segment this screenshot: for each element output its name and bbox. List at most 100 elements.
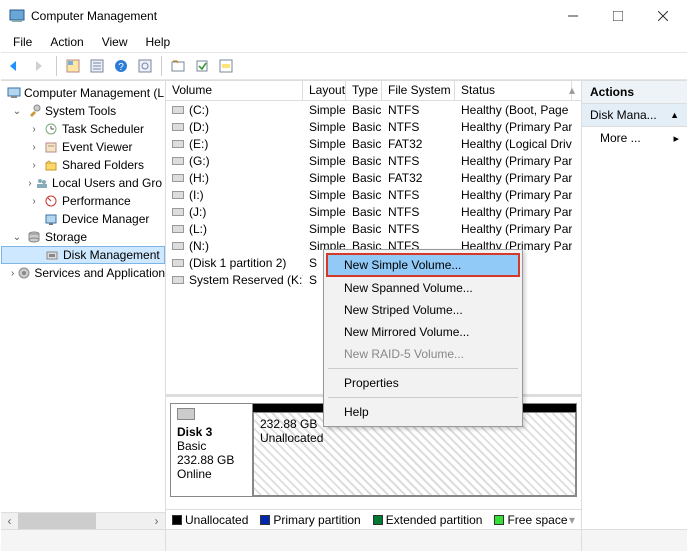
tree-root[interactable]: Computer Management (L	[1, 84, 165, 102]
center-pane: VolumeLayoutTypeFile SystemStatus ▴ ▾ (C…	[166, 81, 582, 529]
disk-size: 232.88 GB	[177, 453, 234, 467]
menu-help[interactable]: Help	[138, 33, 179, 51]
disk-info-box[interactable]: Disk 3 Basic 232.88 GB Online	[171, 404, 253, 496]
chevron-down-icon[interactable]: ⌄	[11, 232, 23, 243]
volume-row[interactable]: (C:)SimpleBasicNTFSHealthy (Boot, Page F	[166, 101, 581, 118]
chevron-right-icon[interactable]: ›	[28, 178, 32, 189]
performance-icon	[43, 193, 59, 209]
tree-device-manager[interactable]: Device Manager	[1, 210, 165, 228]
tree-local-users[interactable]: ›Local Users and Gro	[1, 174, 165, 192]
context-menu-item[interactable]: New Spanned Volume...	[326, 277, 520, 299]
tree-system-tools[interactable]: ⌄ System Tools	[1, 102, 165, 120]
volume-row[interactable]: (H:)SimpleBasicFAT32Healthy (Primary Par…	[166, 169, 581, 186]
cell: Basic	[346, 103, 382, 117]
back-button[interactable]	[5, 55, 27, 77]
legend-item: Unallocated	[172, 513, 248, 527]
volume-row[interactable]: (D:)SimpleBasicNTFSHealthy (Primary Part	[166, 118, 581, 135]
chevron-right-icon[interactable]: ›	[11, 268, 14, 279]
cell: Basic	[346, 154, 382, 168]
tree-label: Disk Management	[63, 248, 160, 262]
legend-swatch	[494, 515, 504, 525]
cell: Healthy (Primary Part	[455, 222, 572, 236]
help-button[interactable]: ?	[110, 55, 132, 77]
cell: NTFS	[382, 154, 455, 168]
tree-scrollbar[interactable]: ‹›	[1, 512, 165, 529]
maximize-button[interactable]	[595, 2, 640, 31]
chevron-right-icon[interactable]: ›	[28, 196, 40, 207]
properties-button[interactable]	[86, 55, 108, 77]
menu-view[interactable]: View	[94, 33, 136, 51]
show-hide-tree-button[interactable]	[62, 55, 84, 77]
chevron-right-icon[interactable]: ›	[28, 142, 40, 153]
menubar: File Action View Help	[1, 31, 687, 52]
tree-event-viewer[interactable]: ›Event Viewer	[1, 138, 165, 156]
volume-row[interactable]: (J:)SimpleBasicNTFSHealthy (Primary Part	[166, 203, 581, 220]
legend-label: Unallocated	[185, 513, 248, 527]
chevron-right-icon[interactable]: ›	[28, 124, 40, 135]
menu-file[interactable]: File	[5, 33, 40, 51]
legend-swatch	[373, 515, 383, 525]
minimize-button[interactable]	[550, 2, 595, 31]
cell: Simple	[303, 120, 346, 134]
svg-text:?: ?	[118, 62, 124, 73]
device-icon	[43, 211, 59, 227]
volume-list-header[interactable]: VolumeLayoutTypeFile SystemStatus	[166, 81, 581, 101]
context-menu-item[interactable]: Properties	[326, 372, 520, 394]
context-menu-item[interactable]: New Mirrored Volume...	[326, 321, 520, 343]
tree-task-scheduler[interactable]: › Task Scheduler	[1, 120, 165, 138]
actions-more-row[interactable]: More ... ▸	[582, 127, 687, 149]
column-header[interactable]: Status	[455, 81, 572, 100]
cell: Basic	[346, 205, 382, 219]
volume-icon	[172, 123, 184, 131]
actions-header: Actions	[582, 81, 687, 104]
context-menu-item[interactable]: Help	[326, 401, 520, 423]
tree-performance[interactable]: › Performance	[1, 192, 165, 210]
column-header[interactable]: Type	[346, 81, 382, 100]
refresh-button[interactable]	[134, 55, 156, 77]
tree-label: Device Manager	[62, 212, 149, 226]
cell: Healthy (Logical Drive	[455, 137, 572, 151]
column-header[interactable]: File System	[382, 81, 455, 100]
chevron-right-icon[interactable]: ›	[28, 160, 40, 171]
context-menu-item[interactable]: New Striped Volume...	[326, 299, 520, 321]
actions-context-row[interactable]: Disk Mana... ▲	[582, 104, 687, 127]
chevron-down-icon[interactable]: ⌄	[11, 106, 23, 117]
cell: NTFS	[382, 205, 455, 219]
cell: Healthy (Boot, Page F	[455, 103, 572, 117]
column-header[interactable]: Volume	[166, 81, 303, 100]
cell: NTFS	[382, 188, 455, 202]
column-header[interactable]: Layout	[303, 81, 346, 100]
context-menu: New Simple Volume...New Spanned Volume..…	[323, 249, 523, 427]
legend-item: Primary partition	[260, 513, 360, 527]
tree-label: Task Scheduler	[62, 122, 144, 136]
volume-row[interactable]: (E:)SimpleBasicFAT32Healthy (Logical Dri…	[166, 135, 581, 152]
legend-label: Primary partition	[273, 513, 360, 527]
close-button[interactable]	[640, 2, 685, 31]
partition-state: Unallocated	[260, 431, 323, 445]
legend-swatch	[172, 515, 182, 525]
menu-action[interactable]: Action	[42, 33, 91, 51]
cell: (G:)	[166, 154, 303, 168]
computer-icon	[7, 85, 21, 101]
tree-label: Performance	[62, 194, 131, 208]
volume-row[interactable]: (G:)SimpleBasicNTFSHealthy (Primary Part	[166, 152, 581, 169]
volume-row[interactable]: (I:)SimpleBasicNTFSHealthy (Primary Part	[166, 186, 581, 203]
forward-button[interactable]	[29, 55, 51, 77]
action-button-3[interactable]	[215, 55, 237, 77]
action-button-2[interactable]	[191, 55, 213, 77]
tree-disk-management[interactable]: Disk Management	[1, 246, 165, 264]
cell: Healthy (Primary Part	[455, 154, 572, 168]
cell: Simple	[303, 154, 346, 168]
volume-row[interactable]: (L:)SimpleBasicNTFSHealthy (Primary Part	[166, 220, 581, 237]
action-button-1[interactable]	[167, 55, 189, 77]
cell: Basic	[346, 171, 382, 185]
volume-icon	[172, 106, 184, 114]
context-menu-item: New RAID-5 Volume...	[326, 343, 520, 365]
tree-shared-folders[interactable]: ›Shared Folders	[1, 156, 165, 174]
collapse-icon[interactable]: ▲	[670, 110, 679, 120]
volume-icon	[172, 174, 184, 182]
cell: (N:)	[166, 239, 303, 253]
context-menu-item[interactable]: New Simple Volume...	[326, 253, 520, 277]
tree-services[interactable]: › Services and Applications	[1, 264, 165, 282]
tree-storage[interactable]: ⌄ Storage	[1, 228, 165, 246]
